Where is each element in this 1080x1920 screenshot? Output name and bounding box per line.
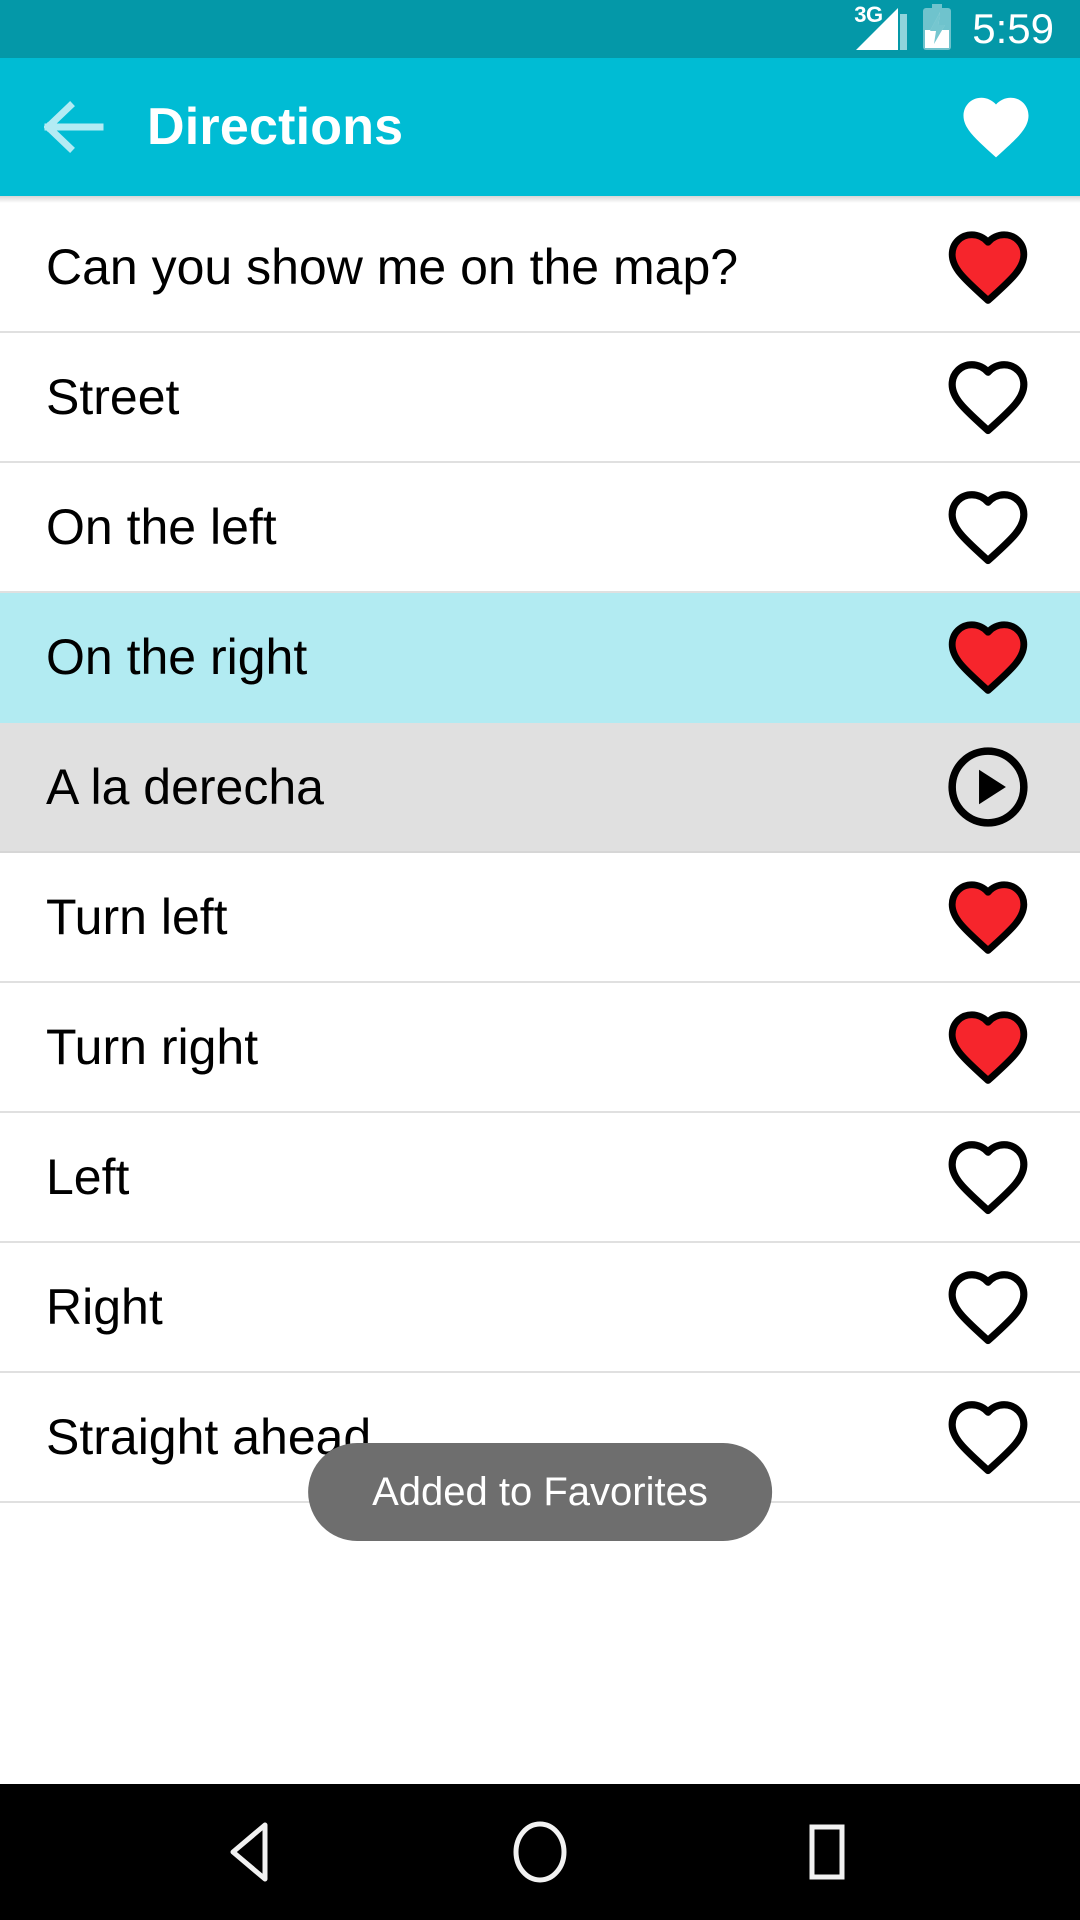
list-item-label: A la derecha (46, 759, 324, 815)
favorite-toggle-button[interactable] (940, 1389, 1036, 1485)
list-item-label: On the right (46, 629, 308, 685)
favorite-toggle-button[interactable] (940, 609, 1036, 705)
list-item-label: Street (46, 369, 180, 425)
play-audio-button[interactable] (940, 739, 1036, 835)
list-item[interactable]: Street (0, 333, 1080, 463)
list-item-label: Right (46, 1279, 163, 1335)
back-triangle-icon (230, 1822, 268, 1882)
list-item[interactable]: Can you show me on the map? (0, 203, 1080, 333)
back-button[interactable] (44, 96, 106, 158)
heart-filled-icon (948, 881, 1028, 954)
status-bar-icons: 3G 5:59 (854, 3, 1054, 55)
home-circle-icon (513, 1821, 567, 1883)
toast-message: Added to Favorites (308, 1443, 772, 1541)
heart-outline-icon (948, 1401, 1028, 1475)
favorite-toggle-button[interactable] (940, 999, 1036, 1095)
list-item[interactable]: Turn left (0, 853, 1080, 983)
list-item[interactable]: Right (0, 1243, 1080, 1373)
nav-home-button[interactable] (485, 1797, 595, 1907)
favorite-toggle-button[interactable] (940, 1129, 1036, 1225)
phrase-list: Can you show me on the map? Street On the … (0, 203, 1080, 1503)
heart-filled-icon (948, 231, 1028, 304)
play-circle-icon (948, 747, 1028, 827)
heart-filled-icon (948, 1011, 1028, 1084)
list-item[interactable]: On the left (0, 463, 1080, 593)
list-item-label: Can you show me on the map? (46, 239, 739, 295)
list-item-label: Left (46, 1149, 130, 1205)
heart-filled-icon (948, 621, 1028, 694)
list-item-label: Turn left (46, 889, 228, 945)
recents-square-icon (809, 1824, 845, 1880)
favorite-toggle-button[interactable] (940, 869, 1036, 965)
appbar-favorites-button[interactable] (950, 81, 1042, 173)
page-title: Directions (147, 98, 404, 156)
app-bar-shadow (0, 196, 1080, 203)
nav-recents-button[interactable] (772, 1797, 882, 1907)
list-item-label: Turn right (46, 1019, 259, 1075)
favorite-toggle-button[interactable] (940, 479, 1036, 575)
list-item-label: On the left (46, 499, 277, 555)
favorite-toggle-button[interactable] (940, 219, 1036, 315)
heart-outline-icon (948, 1141, 1028, 1215)
phone-screen: 3G 5:59 Directions Can you show me on th… (0, 0, 1080, 1920)
heart-outline-icon (948, 1271, 1028, 1345)
favorite-toggle-button[interactable] (940, 1259, 1036, 1355)
signal-bars-icon: 3G (854, 4, 908, 52)
battery-charging-icon (921, 3, 953, 55)
list-item[interactable]: A la derecha (0, 723, 1080, 853)
clock-time: 5:59 (972, 5, 1054, 52)
list-item[interactable]: Turn right (0, 983, 1080, 1113)
favorite-toggle-button[interactable] (940, 349, 1036, 445)
android-navigation-bar (0, 1784, 1080, 1920)
app-bar: Directions (0, 58, 1080, 196)
arrow-left-icon (44, 101, 104, 153)
list-item[interactable]: On the right (0, 593, 1080, 723)
heart-filled-icon (963, 97, 1029, 158)
status-bar: 3G 5:59 (0, 0, 1080, 58)
list-item[interactable]: Left (0, 1113, 1080, 1243)
heart-outline-icon (948, 361, 1028, 435)
heart-outline-icon (948, 491, 1028, 565)
nav-back-button[interactable] (198, 1797, 308, 1907)
